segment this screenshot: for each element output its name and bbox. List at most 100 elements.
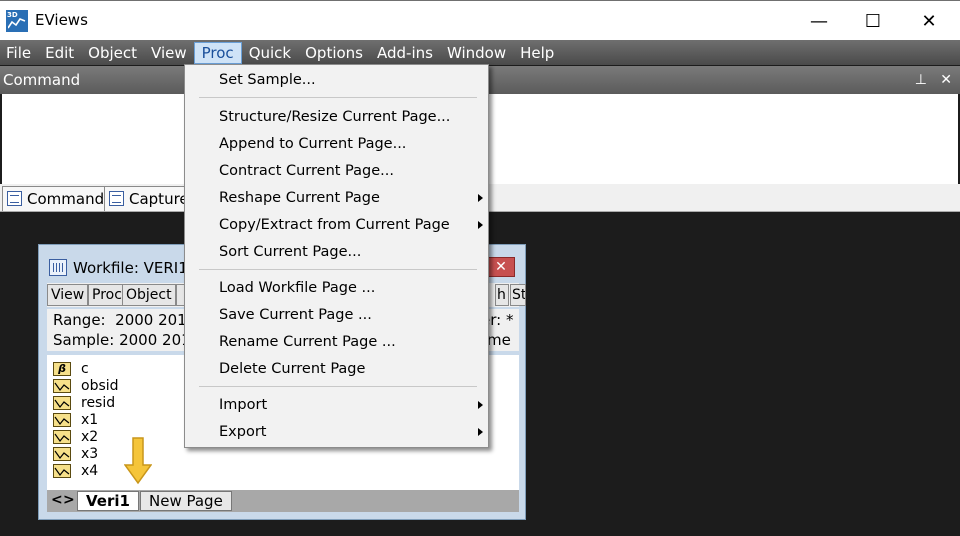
menu-window[interactable]: Window: [440, 42, 513, 64]
tab-command[interactable]: Command: [2, 186, 112, 211]
menu-separator: [199, 97, 477, 98]
menu-separator: [199, 386, 477, 387]
menu-item-label: Copy/Extract from Current Page: [219, 217, 450, 233]
menu-item-sort-page[interactable]: Sort Current Page...: [219, 239, 483, 265]
tab-capture[interactable]: Capture: [104, 186, 189, 211]
menu-item-set-sample[interactable]: Set Sample...: [219, 67, 483, 93]
menu-item-copy-extract[interactable]: Copy/Extract from Current Page: [219, 212, 483, 238]
eviews-logo-icon: 3D: [6, 10, 28, 32]
list-item[interactable]: x3: [53, 445, 98, 462]
submenu-arrow-icon: [478, 428, 483, 436]
sample-label: Sample:: [53, 331, 115, 349]
wf-store-button[interactable]: St: [510, 284, 526, 306]
list-item[interactable]: x1: [53, 411, 98, 428]
series-icon: [53, 395, 71, 410]
menu-quick[interactable]: Quick: [242, 42, 298, 64]
menu-item-save-page[interactable]: Save Current Page ...: [219, 302, 483, 328]
panel-close-icon[interactable]: ✕: [940, 72, 952, 88]
list-item[interactable]: x2: [53, 428, 98, 445]
menu-options[interactable]: Options: [298, 42, 370, 64]
workfile-close-button[interactable]: ✕: [487, 257, 515, 277]
menu-item-reshape-page[interactable]: Reshape Current Page: [219, 185, 483, 211]
menu-item-label: Rename Current Page ...: [219, 334, 396, 350]
command-tab-icon: [7, 191, 22, 206]
series-icon: [53, 446, 71, 461]
capture-tab-icon: [109, 191, 124, 206]
submenu-arrow-icon: [478, 401, 483, 409]
wf-proc-button[interactable]: Proc: [88, 284, 126, 306]
menu-item-label: Sort Current Page...: [219, 244, 362, 260]
maximize-button[interactable]: ☐: [850, 7, 896, 35]
menu-edit[interactable]: Edit: [38, 42, 81, 64]
menu-item-label: Contract Current Page...: [219, 163, 394, 179]
command-panel-title: Command: [3, 71, 81, 89]
menu-item-contract-page[interactable]: Contract Current Page...: [219, 158, 483, 184]
app-title: EViews: [35, 11, 88, 29]
pin-icon[interactable]: ⊥: [915, 72, 927, 88]
list-item[interactable]: x4: [53, 462, 98, 479]
object-name: x3: [81, 445, 99, 462]
sample-row[interactable]: Sample: 2000 2019: [53, 330, 200, 350]
tab-command-label: Command: [27, 190, 105, 208]
menu-item-import[interactable]: Import: [219, 392, 483, 418]
menu-proc[interactable]: Proc: [193, 41, 242, 64]
page-tab-new-page[interactable]: New Page: [140, 491, 232, 511]
series-icon: [53, 378, 71, 393]
object-name: x2: [81, 428, 99, 445]
menu-bar: File Edit Object View Proc Quick Options…: [0, 40, 960, 65]
menu-item-delete-page[interactable]: Delete Current Page: [219, 356, 483, 382]
menu-object[interactable]: Object: [81, 42, 144, 64]
wf-view-button[interactable]: View: [47, 284, 89, 306]
menu-item-label: Save Current Page ...: [219, 307, 372, 323]
page-tab-veri1[interactable]: Veri1: [77, 491, 139, 511]
workfile-title: Workfile: VERI1 -: [73, 259, 198, 277]
range-label: Range:: [53, 311, 106, 329]
list-item[interactable]: resid: [53, 394, 115, 411]
series-icon: [53, 412, 71, 427]
object-name: c: [81, 360, 89, 377]
menu-item-label: Set Sample...: [219, 72, 316, 88]
menu-item-rename-page[interactable]: Rename Current Page ...: [219, 329, 483, 355]
menu-view[interactable]: View: [144, 42, 194, 64]
close-button[interactable]: ✕: [906, 7, 952, 35]
proc-dropdown-menu: Set Sample... Structure/Resize Current P…: [184, 64, 489, 448]
menu-item-export[interactable]: Export: [219, 419, 483, 445]
menu-item-label: Load Workfile Page ...: [219, 280, 376, 296]
menu-item-label: Export: [219, 424, 267, 440]
minimize-button[interactable]: —: [796, 7, 842, 35]
menu-item-load-workfile-page[interactable]: Load Workfile Page ...: [219, 275, 483, 301]
submenu-arrow-icon: [478, 194, 483, 202]
page-prev-button[interactable]: <: [51, 492, 63, 508]
menu-item-label: Reshape Current Page: [219, 190, 380, 206]
wf-fetch-button[interactable]: h: [495, 284, 509, 306]
list-item[interactable]: β c: [53, 360, 89, 377]
page-next-button[interactable]: >: [63, 492, 75, 508]
order-text: me: [487, 331, 511, 349]
object-name: obsid: [81, 377, 119, 394]
list-item[interactable]: obsid: [53, 377, 119, 394]
series-icon: [53, 429, 71, 444]
menu-separator: [199, 269, 477, 270]
menu-help[interactable]: Help: [513, 42, 561, 64]
workfile-icon: [49, 259, 67, 276]
object-name: resid: [81, 394, 116, 411]
series-icon: [53, 463, 71, 478]
object-name: x4: [81, 462, 99, 479]
minimize-icon: —: [810, 10, 828, 32]
menu-add-ins[interactable]: Add-ins: [370, 42, 440, 64]
range-row[interactable]: Range: 2000 2019: [53, 310, 196, 330]
app-title-bar: 3D EViews — ☐ ✕: [0, 0, 960, 40]
submenu-arrow-icon: [478, 221, 483, 229]
menu-file[interactable]: File: [0, 42, 38, 64]
coefficient-icon: β: [53, 361, 71, 376]
object-name: x1: [81, 411, 99, 428]
maximize-icon: ☐: [864, 10, 882, 32]
menu-item-append-page[interactable]: Append to Current Page...: [219, 131, 483, 157]
menu-item-structure-resize[interactable]: Structure/Resize Current Page...: [219, 104, 483, 130]
menu-item-label: Delete Current Page: [219, 361, 366, 377]
menu-item-label: Structure/Resize Current Page...: [219, 109, 451, 125]
menu-item-label: Import: [219, 397, 268, 413]
wf-object-button[interactable]: Object: [122, 284, 176, 306]
tab-capture-label: Capture: [129, 190, 189, 208]
down-arrow-icon: [124, 437, 152, 485]
